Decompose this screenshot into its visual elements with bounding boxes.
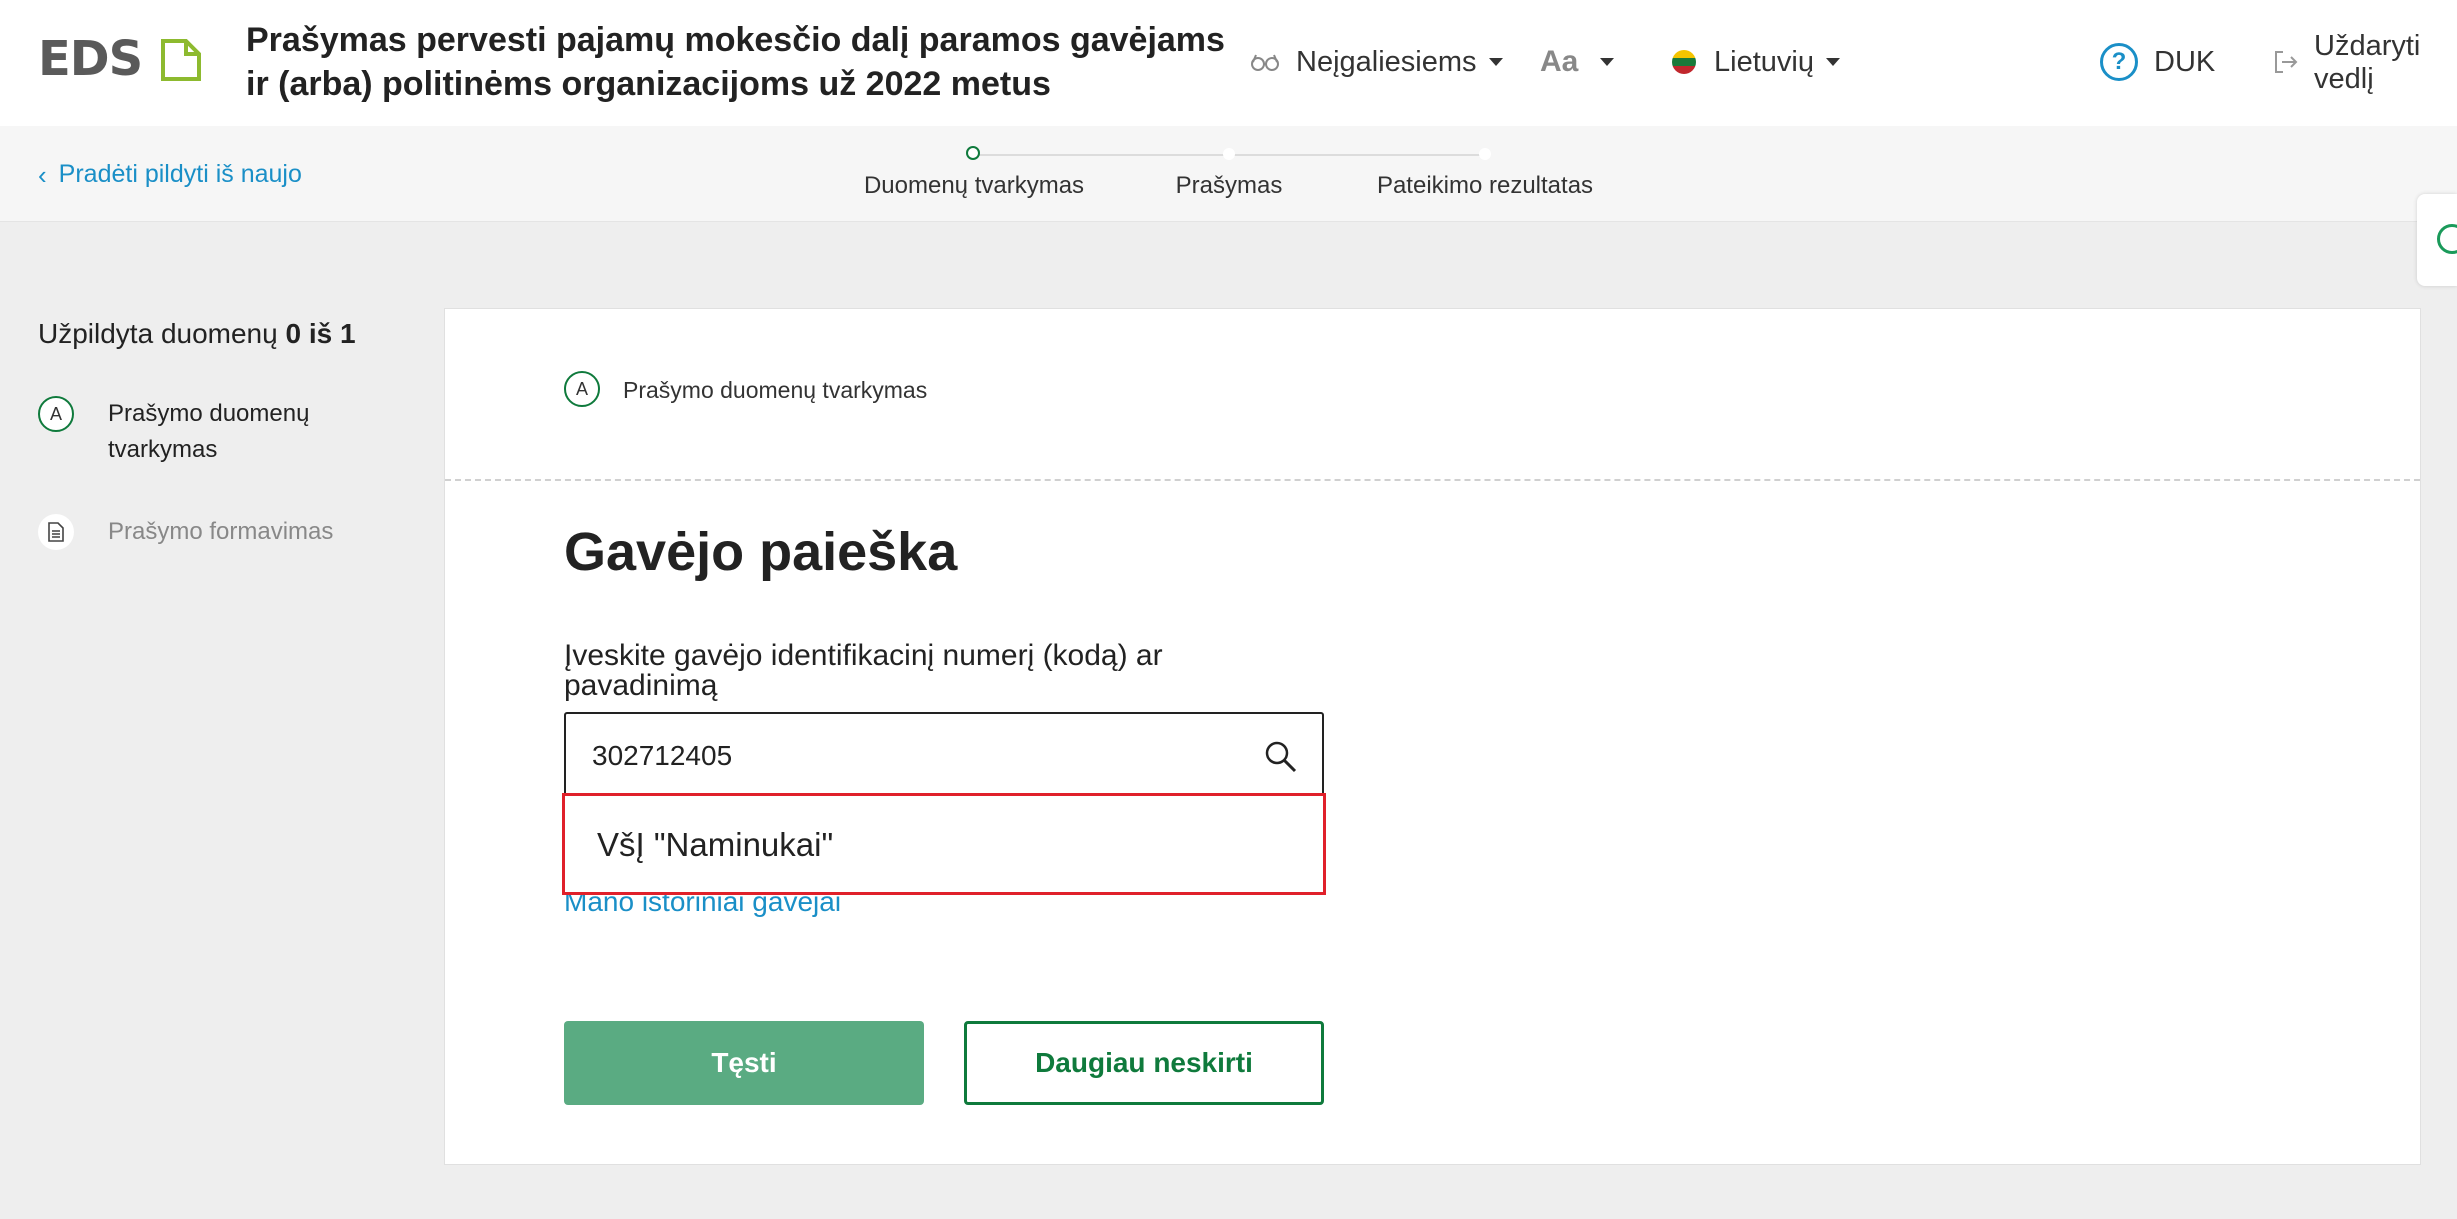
search-suggestions-dropdown: VšĮ "Naminukai" [562,793,1326,895]
language-menu[interactable]: Lietuvių [1672,40,1840,84]
page-heading: Gavėjo paieška [564,522,958,582]
font-size-label: Aa [1540,45,1579,78]
suggestion-item[interactable]: VšĮ "Naminukai" [597,826,833,864]
search-input-value: 302712405 [592,740,733,771]
step-label-request[interactable]: Prašymas [1176,172,1283,200]
step-indicator [1223,148,1235,160]
section-badge: A [38,396,74,432]
step-indicator [1479,148,1491,160]
search-icon[interactable] [1264,740,1298,774]
chevron-down-icon [1825,58,1840,66]
page-title: Prašymas pervesti pajamų mokesčio dalį p… [246,21,1225,103]
recipient-search-input[interactable]: 302712405 [564,712,1324,796]
section-badge: A [564,371,600,407]
glasses-icon [1251,54,1279,71]
section-label: Prašymo formavimas [108,518,334,545]
faq-label: DUK [2154,45,2216,78]
progress-section-forming[interactable]: Prašymo formavimas [38,514,408,550]
document-icon [161,39,201,81]
lithuania-flag-icon [1672,50,1696,74]
chevron-down-icon [1600,58,1615,66]
main-card: A Prašymo duomenų tvarkymas Gavėjo paieš… [444,308,2421,1165]
progress-summary: Užpildyta duomenų 0 iš 1 [38,318,356,350]
document-icon [38,514,74,550]
restart-link[interactable]: ‹ Pradėti pildyti iš naujo [38,160,302,189]
progress-section-data-processing[interactable]: A Prašymo duomenų tvarkymas [38,396,348,468]
no-more-button[interactable]: Daugiau neskirti [964,1021,1324,1105]
chevron-left-icon: ‹ [38,159,47,190]
help-icon: ? [2100,43,2138,81]
faq-link[interactable]: ? DUK [2100,40,2215,84]
close-wizard-button[interactable]: Uždaryti vedlį [2272,30,2424,96]
language-label: Lietuvių [1714,45,1814,78]
card-section-header: A Prašymo duomenų tvarkymas [445,309,2420,481]
font-size-menu[interactable]: Aa [1540,40,1615,84]
eds-logo[interactable]: EDS [38,34,208,84]
chevron-down-icon [1488,58,1503,66]
exit-icon [2275,51,2298,73]
close-label: Uždaryti vedlį [2314,30,2421,95]
header: EDS Prašymas pervesti pajamų mokesčio da… [0,0,2457,126]
step-indicator-active [966,146,980,160]
accessibility-menu[interactable]: Neįgaliesiems [1250,40,1503,84]
progress-count: 0 iš 1 [285,318,356,349]
side-help-tab[interactable] [2417,194,2457,286]
section-label: Prašymo duomenų tvarkymas [108,400,310,463]
step-label-data-processing[interactable]: Duomenų tvarkymas [864,172,1084,200]
continue-button[interactable]: Tęsti [564,1021,924,1105]
progress-prefix: Užpildyta duomenų [38,318,278,349]
accessibility-label: Neįgaliesiems [1296,45,1477,78]
section-title: Prašymo duomenų tvarkymas [623,377,928,403]
step-label-result[interactable]: Pateikimo rezultatas [1377,172,1593,200]
logo-text: EDS [38,31,143,87]
support-icon [2437,224,2457,254]
restart-label: Pradėti pildyti iš naujo [58,160,302,188]
search-field-label: Įveskite gavėjo identifikacinį numerį (k… [564,639,1163,702]
